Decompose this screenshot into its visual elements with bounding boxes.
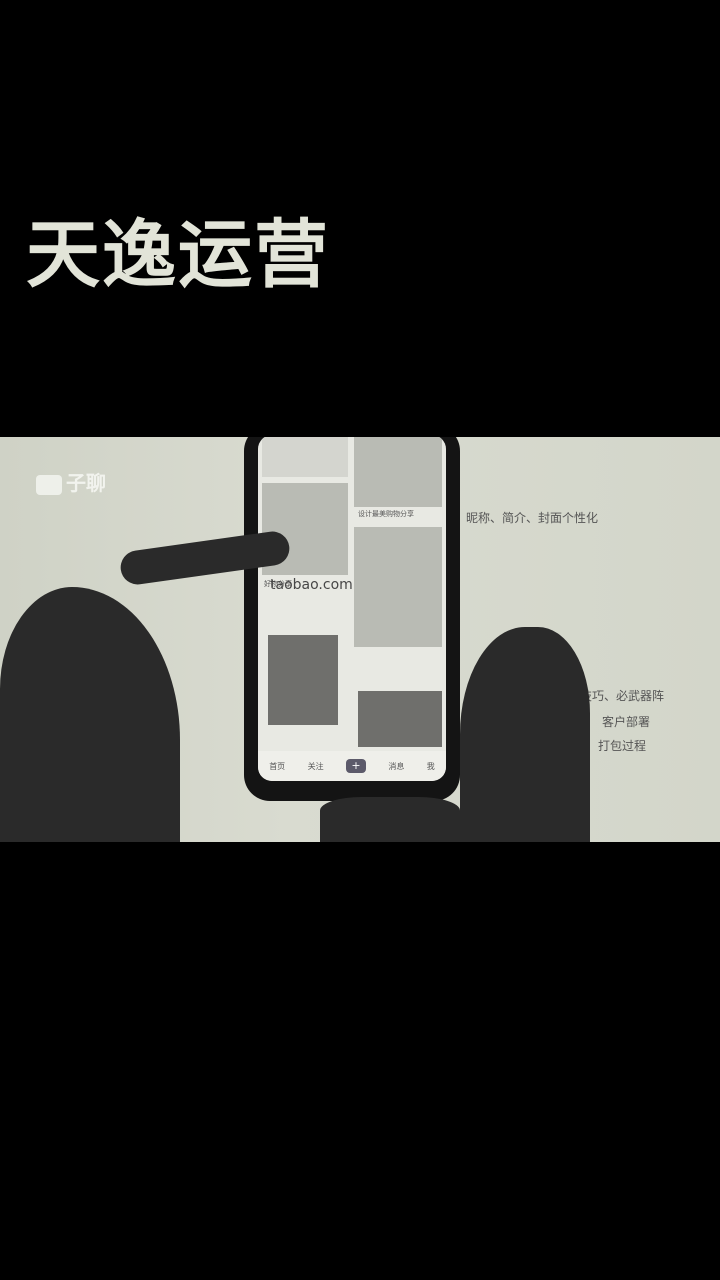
watermark-text: taobao.com — [270, 577, 353, 593]
feed-tile[interactable] — [268, 635, 338, 725]
logo-text: 子聊 — [66, 471, 106, 495]
pointing-hand — [0, 587, 180, 842]
holding-hand-base — [320, 797, 460, 842]
slide-line: 昵称、简介、封面个性化 — [466, 511, 599, 525]
tab-follow[interactable]: 关注 — [308, 761, 324, 772]
bottom-tab-bar: 首页 关注 + 消息 我 — [258, 751, 446, 781]
holding-hand — [460, 627, 590, 842]
feed-tile[interactable] — [354, 437, 442, 507]
feed-tile[interactable] — [358, 691, 442, 747]
slide-line: 客户部署 — [602, 715, 651, 729]
tab-messages[interactable]: 消息 — [388, 761, 404, 772]
post-plus-button[interactable]: + — [345, 759, 366, 773]
smartphone: 设计最美购物分享 好物分享 首页 关注 + 消息 我 — [244, 437, 460, 801]
video-overlay-title: 天逸运营 — [26, 212, 330, 298]
feed-tile[interactable] — [354, 527, 442, 647]
logo-icon — [36, 474, 62, 495]
tile-caption: 设计最美购物分享 — [358, 510, 414, 518]
video-frame: 子聊 昵称、简介、封面个性化 使用技巧、必武器阵 客户部署 打包过程 设计最美购… — [0, 437, 720, 842]
feed-tile[interactable] — [262, 437, 348, 477]
tab-me[interactable]: 我 — [427, 761, 435, 772]
tab-home[interactable]: 首页 — [269, 761, 285, 772]
slide-line: 打包过程 — [598, 739, 647, 753]
slide-logo: 子聊 — [36, 467, 106, 496]
phone-screen: 设计最美购物分享 好物分享 首页 关注 + 消息 我 — [258, 437, 446, 781]
